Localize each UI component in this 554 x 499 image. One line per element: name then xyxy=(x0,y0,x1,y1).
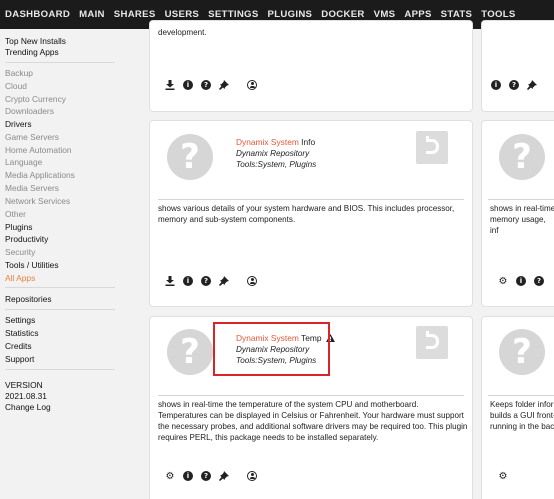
sidebar-category-media-applications[interactable]: Media Applications xyxy=(5,170,75,180)
gear-icon[interactable]: ⚙ xyxy=(165,471,175,482)
card-divider xyxy=(488,395,554,396)
help-icon[interactable]: ? xyxy=(534,276,544,286)
download-icon[interactable] xyxy=(165,276,175,286)
plugin-badge-icon xyxy=(416,326,448,359)
version-number: 2021.08.31 xyxy=(5,391,47,401)
help-icon[interactable]: ? xyxy=(201,80,211,90)
pin-icon[interactable] xyxy=(527,80,537,90)
sidebar-category-security[interactable]: Security xyxy=(5,247,35,257)
app-card-system-info[interactable]: ? Dynamix System Info Dynamix Repository… xyxy=(149,120,473,307)
app-card: development. i ? xyxy=(149,20,473,112)
user-profile-icon[interactable] xyxy=(247,80,257,90)
app-repository: Dynamix Repository xyxy=(236,149,310,158)
sidebar-settings[interactable]: Settings xyxy=(5,315,35,325)
pin-icon[interactable] xyxy=(219,471,229,481)
sidebar-category-downloaders[interactable]: Downloaders xyxy=(5,106,54,116)
sidebar-trending-apps[interactable]: Trending Apps xyxy=(5,47,59,57)
pin-icon[interactable] xyxy=(219,276,229,286)
sidebar-category-home-automation[interactable]: Home Automation xyxy=(5,145,72,155)
app-description: shows in real-time the temperature of th… xyxy=(158,400,468,442)
app-categories: Tools:System, Plugins xyxy=(236,160,317,169)
sidebar-support[interactable]: Support xyxy=(5,354,34,364)
sidebar-divider xyxy=(5,309,115,310)
sidebar-category-media-servers[interactable]: Media Servers xyxy=(5,183,59,193)
app-card: i ? xyxy=(481,20,554,112)
app-actions: i ? xyxy=(165,80,265,90)
sidebar-top-new-installs[interactable]: Top New Installs xyxy=(5,36,66,46)
sidebar-divider xyxy=(5,369,115,370)
sidebar-category-productivity[interactable]: Productivity xyxy=(5,234,48,244)
card-divider xyxy=(488,199,554,200)
info-icon[interactable]: i xyxy=(183,471,193,481)
user-profile-icon[interactable] xyxy=(247,471,257,481)
sidebar-category-other[interactable]: Other xyxy=(5,209,26,219)
highlight-box xyxy=(213,322,330,376)
app-description: Keeps folder infor builds a GUI front- r… xyxy=(490,400,554,431)
app-card[interactable]: ? Keeps folder infor builds a GUI front-… xyxy=(481,316,554,499)
sidebar-category-tools-utilities[interactable]: Tools / Utilities xyxy=(5,260,59,270)
sidebar-category-backup[interactable]: Backup xyxy=(5,68,33,78)
info-icon[interactable]: i xyxy=(183,276,193,286)
app-name: Info xyxy=(301,137,316,147)
sidebar-repositories[interactable]: Repositories xyxy=(5,294,52,304)
app-description: development. xyxy=(158,28,207,37)
sidebar-statistics[interactable]: Statistics xyxy=(5,328,39,338)
info-icon[interactable]: i xyxy=(183,80,193,90)
question-mark-icon: ? xyxy=(499,329,545,375)
download-icon[interactable] xyxy=(165,80,175,90)
help-icon[interactable]: ? xyxy=(509,80,519,90)
sidebar-category-plugins[interactable]: Plugins xyxy=(5,222,32,232)
question-mark-icon: ? xyxy=(499,134,545,180)
info-icon[interactable]: i xyxy=(491,80,501,90)
app-description: shows various details of your system har… xyxy=(158,204,455,224)
user-profile-icon[interactable] xyxy=(247,276,257,286)
app-actions: i ? xyxy=(491,80,545,90)
gear-icon[interactable]: ⚙ xyxy=(498,471,508,482)
version-label: VERSION xyxy=(5,380,43,390)
pin-icon[interactable] xyxy=(219,80,229,90)
app-card[interactable]: ? shows in real-time memory usage, inf ⚙… xyxy=(481,120,554,307)
help-icon[interactable]: ? xyxy=(201,471,211,481)
plugin-badge-icon xyxy=(416,131,448,164)
app-description: shows in real-time memory usage, inf xyxy=(490,204,554,235)
app-author: Dynamix System xyxy=(236,137,299,147)
card-divider xyxy=(158,199,464,200)
question-mark-icon: ? xyxy=(167,134,213,180)
sidebar-divider xyxy=(5,287,115,288)
sidebar: Top New Installs Trending Apps Backup Cl… xyxy=(0,29,140,499)
gear-icon[interactable]: ⚙ xyxy=(498,276,508,287)
sidebar-category-game-servers[interactable]: Game Servers xyxy=(5,132,59,142)
app-actions: i ? xyxy=(165,276,265,286)
sidebar-category-language[interactable]: Language xyxy=(5,157,42,167)
info-icon[interactable]: i xyxy=(516,276,526,286)
sidebar-category-crypto-currency[interactable]: Crypto Currency xyxy=(5,94,66,104)
sidebar-category-all-apps[interactable]: All Apps xyxy=(5,273,35,283)
help-icon[interactable]: ? xyxy=(201,276,211,286)
app-actions: ⚙ i ? xyxy=(165,471,265,482)
app-actions: ⚙ i ? xyxy=(498,276,552,287)
sidebar-category-drivers[interactable]: Drivers xyxy=(5,119,32,129)
sidebar-category-network-services[interactable]: Network Services xyxy=(5,196,70,206)
app-title[interactable]: Dynamix System Info xyxy=(236,137,315,147)
app-actions: ⚙ xyxy=(498,471,516,482)
question-mark-icon: ? xyxy=(167,329,213,375)
sidebar-divider xyxy=(5,62,115,63)
sidebar-credits[interactable]: Credits xyxy=(5,341,32,351)
sidebar-change-log[interactable]: Change Log xyxy=(5,402,51,412)
nav-main[interactable]: MAIN xyxy=(79,0,105,29)
sidebar-category-cloud[interactable]: Cloud xyxy=(5,81,27,91)
card-divider xyxy=(158,395,464,396)
nav-dashboard[interactable]: DASHBOARD xyxy=(5,0,70,29)
